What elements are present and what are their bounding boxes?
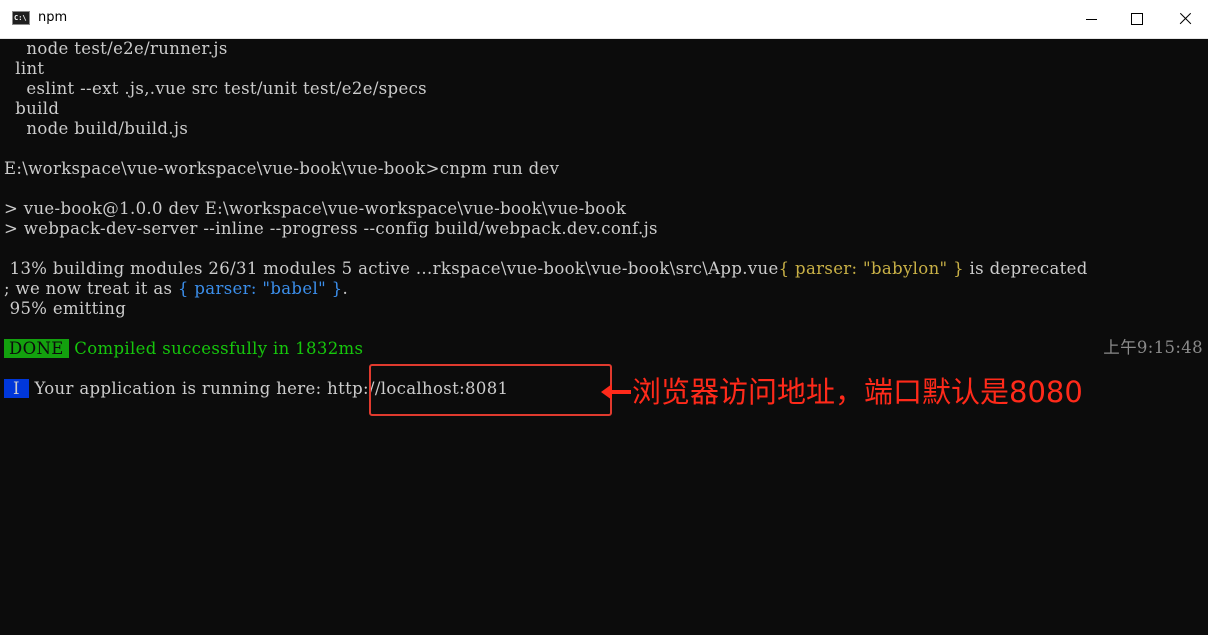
done-line: DONE Compiled successfully in 1832ms	[4, 339, 363, 359]
babel-parser-text: { parser: "babel" }	[177, 279, 343, 298]
minimize-button[interactable]	[1068, 0, 1114, 38]
console-output[interactable]: node test/e2e/runner.js lint eslint --ex…	[0, 39, 1208, 635]
info-badge: I	[4, 379, 29, 398]
console-line: > vue-book@1.0.0 dev E:\workspace\vue-wo…	[4, 199, 627, 218]
deprecation-prefix: ; we now treat it as	[4, 279, 178, 298]
done-timestamp: 上午9:15:48	[1103, 338, 1203, 357]
annotation-callout: 浏览器访问地址，端口默认是8080	[632, 375, 1083, 409]
title-bar: C:\ npm	[0, 0, 1208, 39]
console-icon: C:\	[12, 11, 30, 25]
console-line: build	[4, 99, 60, 118]
close-button[interactable]	[1162, 0, 1208, 38]
emitting-line: 95% emitting	[4, 299, 127, 318]
console-line: node build/build.js	[4, 119, 189, 138]
building-progress-line: 13% building modules 26/31 modules 5 act…	[4, 259, 1088, 279]
url-highlight-box	[369, 364, 612, 416]
console-line: node test/e2e/runner.js	[4, 39, 228, 58]
building-suffix: is deprecated	[963, 259, 1088, 278]
done-badge: DONE	[4, 339, 69, 358]
deprecation-suffix: .	[342, 279, 349, 298]
maximize-button[interactable]	[1114, 0, 1160, 38]
building-prefix: 13% building modules 26/31 modules 5 act…	[4, 259, 779, 278]
console-line: > webpack-dev-server --inline --progress…	[4, 219, 658, 238]
babylon-parser-text: { parser: "babylon" }	[778, 259, 964, 278]
deprecation-line: ; we now treat it as { parser: "babel" }…	[4, 279, 348, 299]
console-line: lint	[4, 59, 45, 78]
running-message: Your application is running here:	[28, 379, 328, 398]
window-title: npm	[38, 10, 68, 25]
console-prompt-line: E:\workspace\vue-workspace\vue-book\vue-…	[4, 159, 560, 178]
console-line: eslint --ext .js,.vue src test/unit test…	[4, 79, 427, 98]
compiled-message: Compiled successfully in 1832ms	[68, 339, 364, 358]
annotation-arrow-icon	[601, 384, 631, 400]
